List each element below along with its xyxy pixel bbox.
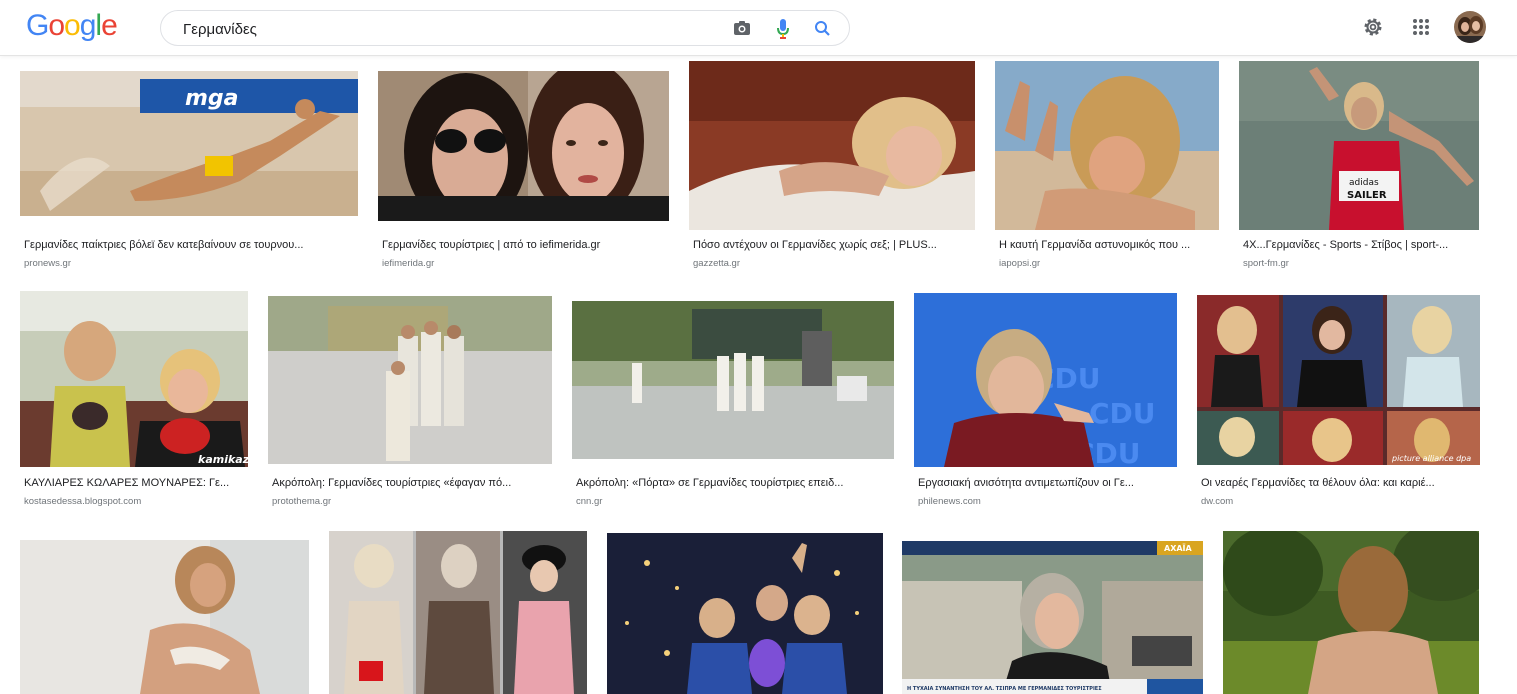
result-image[interactable] xyxy=(689,61,975,230)
result-caption[interactable]: Ακρόπολη: Γερμανίδες τουρίστριες «έφαγαν… xyxy=(272,477,552,489)
result-source[interactable]: dw.com xyxy=(1201,496,1233,507)
result-image[interactable]: adidas SAILER xyxy=(1239,61,1479,230)
apps-grid-icon[interactable] xyxy=(1412,18,1430,36)
result-source[interactable]: iapopsi.gr xyxy=(999,258,1040,269)
result-source[interactable]: kostasedessa.blogspot.com xyxy=(24,496,141,507)
result-source[interactable]: philenews.com xyxy=(918,496,981,507)
result-caption[interactable]: Γερμανίδες τουρίστριες | από το iefimeri… xyxy=(382,239,667,251)
search-icon[interactable] xyxy=(814,20,831,37)
result-image[interactable]: kamikazi xyxy=(20,291,248,467)
logo-letter: e xyxy=(101,9,118,42)
result-source[interactable]: cnn.gr xyxy=(576,496,602,507)
result-image[interactable] xyxy=(268,296,552,464)
result-source[interactable]: gazzetta.gr xyxy=(693,258,740,269)
logo-letter: o xyxy=(64,9,81,42)
result-caption[interactable]: Εργασιακή ανισότητα αντιμετωπίζουν οι Γε… xyxy=(918,477,1176,489)
result-caption[interactable]: Ακρόπολη: «Πόρτα» σε Γερμανίδες τουρίστρ… xyxy=(576,477,892,489)
camera-icon[interactable] xyxy=(733,20,751,36)
gear-icon[interactable] xyxy=(1362,16,1384,38)
banner-text: mga xyxy=(185,86,239,111)
top-bar: Google xyxy=(0,0,1517,56)
result-image[interactable]: ΑΧΑΪΑ Η ΤΥΧΑΙΑ ΣΥΝΑΝΤΗΣΗ ΤΟΥ ΑΛ. ΤΣΙΠΡΑ … xyxy=(902,541,1203,694)
result-caption[interactable]: Πόσο αντέχουν οι Γερμανίδες χωρίς σεξ; |… xyxy=(693,239,973,251)
google-logo[interactable]: Google xyxy=(26,9,118,43)
background-logo: CDU xyxy=(1089,397,1156,430)
result-caption[interactable]: ΚΑΥΛΙΑΡΕΣ ΚΩΛΑΡΕΣ ΜΟΥΝΑΡΕΣ: Γε... xyxy=(24,477,246,489)
result-image[interactable]: CDU CDU CDU xyxy=(914,293,1177,467)
watermark: kamikazi xyxy=(198,453,248,466)
news-banner-text: Η ΤΥΧΑΙΑ ΣΥΝΑΝΤΗΣΗ ΤΟΥ ΑΛ. ΤΣΙΠΡΑ ΜΕ ΓΕΡ… xyxy=(907,686,1102,692)
result-image[interactable]: mga xyxy=(20,71,358,229)
result-image[interactable] xyxy=(1223,531,1479,694)
result-image[interactable] xyxy=(378,71,669,221)
microphone-icon[interactable] xyxy=(776,18,790,40)
result-image[interactable] xyxy=(572,301,894,459)
result-image[interactable]: picture alliance dpa xyxy=(1197,295,1480,465)
result-caption[interactable]: Η καυτή Γερμανίδα αστυνομικός που ... xyxy=(999,239,1219,251)
logo-letter: G xyxy=(26,9,49,42)
result-image[interactable] xyxy=(329,531,587,694)
search-box xyxy=(160,10,850,46)
result-image[interactable] xyxy=(607,533,883,694)
search-input[interactable] xyxy=(181,18,705,40)
bib-brand: adidas xyxy=(1349,178,1379,188)
news-channel-label: ΑΧΑΪΑ xyxy=(1164,543,1193,553)
result-source[interactable]: pronews.gr xyxy=(24,258,71,269)
result-source[interactable]: protothema.gr xyxy=(272,496,331,507)
logo-letter: o xyxy=(48,9,65,42)
logo-letter: g xyxy=(79,9,97,42)
result-caption[interactable]: 4Χ...Γερμανίδες - Sports - Στίβος | spor… xyxy=(1243,239,1479,251)
result-image[interactable] xyxy=(20,540,309,694)
avatar[interactable] xyxy=(1453,10,1487,44)
result-source[interactable]: sport-fm.gr xyxy=(1243,258,1289,269)
result-caption[interactable]: Γερμανίδες παίκτριες βόλεϊ δεν κατεβαίνο… xyxy=(24,239,354,251)
result-source[interactable]: iefimerida.gr xyxy=(382,258,434,269)
watermark: picture alliance dpa xyxy=(1391,454,1471,463)
result-caption[interactable]: Οι νεαρές Γερμανίδες τα θέλουν όλα: και … xyxy=(1201,477,1481,489)
bib-name: SAILER xyxy=(1347,190,1387,201)
result-image[interactable] xyxy=(995,61,1219,230)
